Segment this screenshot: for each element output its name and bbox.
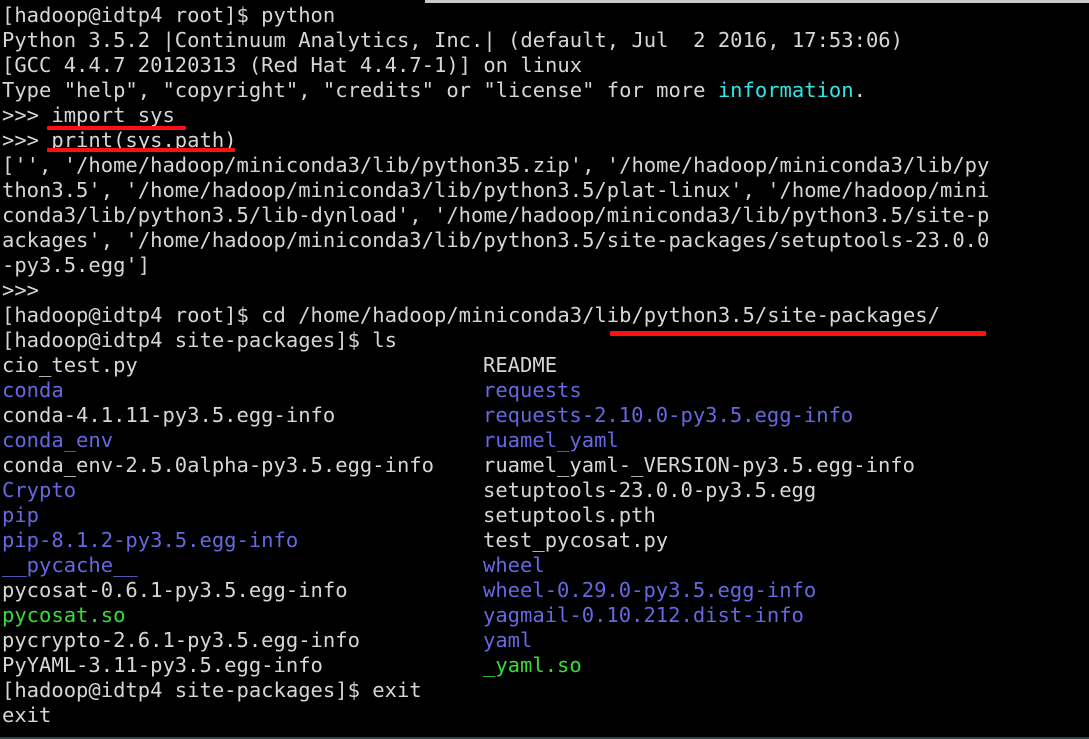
ls-output-row: pip-8.1.2-py3.5.egg-info test_pycosat.py (0, 528, 1089, 553)
terminal-line-command-python: [hadoop@idtp4 root]$ python (2, 3, 336, 27)
ls-output-row: conda requests (0, 378, 1089, 403)
help-banner-information-link: information (717, 78, 854, 102)
ls-output-row: pycosat-0.6.1-py3.5.egg-info wheel-0.29.0… (0, 578, 1089, 603)
terminal-screen[interactable]: [hadoop@idtp4 root]$ python Python 3.5.2… (0, 3, 1089, 728)
terminal-line-syspath-out-4: ackages', '/home/hadoop/miniconda3/lib/p… (2, 228, 990, 252)
annotation-underline-site-packages-path (610, 331, 986, 336)
terminal-window[interactable]: [hadoop@idtp4 root]$ python Python 3.5.2… (0, 0, 1089, 739)
ls-output-row: pip setuptools.pth (0, 503, 1089, 528)
ls-entry-left: cio_test.py (2, 353, 138, 377)
ls-entry-right: requests-2.10.0-py3.5.egg-info (483, 403, 854, 427)
ls-entry-left: pycosat.so (2, 603, 126, 627)
ls-entry-left: __pycache__ (2, 553, 138, 577)
terminal-line-python-prompt-empty: >>> (2, 278, 40, 302)
ls-entry-right: yagmail-0.10.212.dist-info (483, 603, 804, 627)
ls-output-row: conda-4.1.11-py3.5.egg-info requests-2.10… (0, 403, 1089, 428)
terminal-line-help-banner: Type "help", "copyright", "credits" or "… (0, 78, 1089, 103)
terminal-line-command-cd: [hadoop@idtp4 root]$ cd /home/hadoop/min… (2, 303, 940, 327)
terminal-line-exit-echo: exit (2, 703, 52, 727)
help-banner-prefix: Type "help", "copyright", "credits" or "… (2, 78, 718, 102)
terminal-line-syspath-out-5: -py3.5.egg'] (2, 253, 151, 277)
ls-output-listing: cio_test.py README conda requests conda-4.1.… (0, 353, 1089, 678)
ls-output-row: Crypto setuptools-23.0.0-py3.5.egg (0, 478, 1089, 503)
ls-entry-right: ruamel_yaml (483, 428, 619, 452)
ls-entry-right: test_pycosat.py (483, 528, 669, 552)
terminal-line-gcc-banner: [GCC 4.4.7 20120313 (Red Hat 4.4.7-1)] o… (2, 53, 583, 77)
ls-entry-right: wheel-0.29.0-py3.5.egg-info (483, 578, 817, 602)
help-banner-suffix: . (853, 78, 866, 102)
ls-entry-left: conda_env-2.5.0alpha-py3.5.egg-info (2, 453, 434, 477)
ls-output-row: pycrypto-2.6.1-py3.5.egg-info yaml (0, 628, 1089, 653)
annotation-underline-print-syspath (47, 148, 235, 152)
ls-entry-right: _yaml.so (483, 653, 582, 677)
ls-output-row: __pycache__ wheel (0, 553, 1089, 578)
annotation-underline-import-sys (47, 126, 186, 130)
ls-entry-right: wheel (483, 553, 545, 577)
ls-entry-left: pip-8.1.2-py3.5.egg-info (2, 528, 299, 552)
terminal-line-import-sys: >>> import sys (2, 103, 175, 127)
ls-entry-left: pycrypto-2.6.1-py3.5.egg-info (2, 628, 360, 652)
terminal-line-syspath-out-2: thon3.5', '/home/hadoop/miniconda3/lib/p… (2, 178, 990, 202)
terminal-line-syspath-out-3: conda3/lib/python3.5/lib-dynload', '/hom… (2, 203, 990, 227)
ls-output-row: PyYAML-3.11-py3.5.egg-info _yaml.so (0, 653, 1089, 678)
ls-entry-left: pycosat-0.6.1-py3.5.egg-info (2, 578, 348, 602)
ls-entry-right: yaml (483, 628, 533, 652)
ls-entry-right: requests (483, 378, 582, 402)
ls-output-row: conda_env-2.5.0alpha-py3.5.egg-info ruame… (0, 453, 1089, 478)
ls-entry-left: conda_env (2, 428, 114, 452)
ls-entry-right: setuptools-23.0.0-py3.5.egg (483, 478, 817, 502)
ls-entry-right: ruamel_yaml-_VERSION-py3.5.egg-info (483, 453, 915, 477)
ls-entry-left: conda-4.1.11-py3.5.egg-info (2, 403, 336, 427)
ls-entry-left: PyYAML-3.11-py3.5.egg-info (2, 653, 323, 677)
ls-output-row: conda_env ruamel_yaml (0, 428, 1089, 453)
ls-output-row: cio_test.py README (0, 353, 1089, 378)
ls-entry-left: Crypto (2, 478, 77, 502)
terminal-line-syspath-out-1: ['', '/home/hadoop/miniconda3/lib/python… (2, 153, 990, 177)
ls-entry-left: conda (2, 378, 64, 402)
ls-output-row: pycosat.so yagmail-0.10.212.dist-info (0, 603, 1089, 628)
ls-entry-right: README (483, 353, 558, 377)
terminal-line-command-exit: [hadoop@idtp4 site-packages]$ exit (2, 678, 422, 702)
terminal-line-python-version: Python 3.5.2 |Continuum Analytics, Inc.|… (2, 28, 903, 52)
ls-entry-right: setuptools.pth (483, 503, 656, 527)
ls-entry-left: pip (2, 503, 40, 527)
